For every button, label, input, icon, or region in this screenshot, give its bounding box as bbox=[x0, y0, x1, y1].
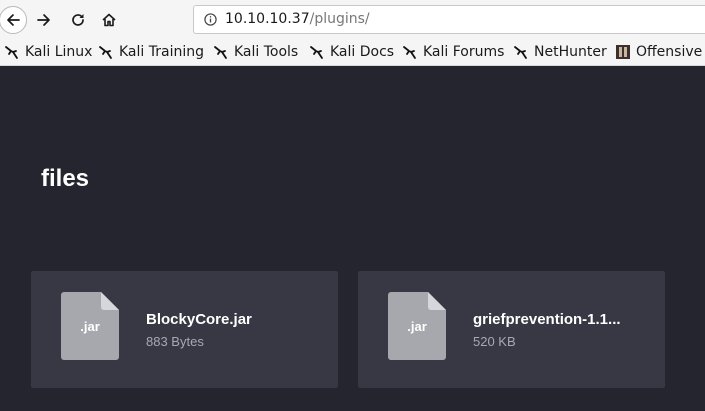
bookmark-kali-docs[interactable]: Kali Docs bbox=[309, 43, 394, 61]
file-name[interactable]: BlockyCore.jar bbox=[146, 311, 306, 328]
kali-dragon-icon bbox=[99, 46, 112, 59]
bookmarks-toolbar: Kali Linux Kali Training Kali Tools Kali… bbox=[0, 40, 705, 66]
kali-dragon-icon bbox=[310, 46, 323, 59]
navigation-toolbar: 10.10.10.37/plugins/ bbox=[0, 0, 705, 40]
file-extension: .jar bbox=[80, 319, 100, 334]
bookmark-kali-tools[interactable]: Kali Tools bbox=[213, 43, 298, 61]
reload-icon bbox=[72, 14, 84, 26]
bookmark-kali-training[interactable]: Kali Training bbox=[98, 43, 204, 61]
back-icon bbox=[7, 14, 20, 26]
info-icon[interactable] bbox=[204, 13, 217, 26]
kali-dragon-icon bbox=[214, 46, 227, 59]
file-card-blockycore[interactable]: .jar BlockyCore.jar 883 Bytes bbox=[31, 271, 338, 388]
bookmark-label: Kali Forums bbox=[423, 44, 505, 60]
bookmark-label: Offensive Security bbox=[636, 44, 705, 60]
bookmark-label: Kali Docs bbox=[330, 44, 395, 60]
back-button[interactable] bbox=[0, 6, 27, 34]
bookmark-label: NetHunter bbox=[534, 44, 607, 60]
bookmark-label: Kali Tools bbox=[234, 44, 299, 60]
bookmark-label: Kali Linux bbox=[25, 44, 93, 60]
file-size: 520 KB bbox=[473, 334, 516, 349]
url-text[interactable]: 10.10.10.37/plugins/ bbox=[225, 11, 370, 27]
file-size: 883 Bytes bbox=[146, 334, 204, 349]
bookmark-nethunter[interactable]: NetHunter bbox=[513, 43, 607, 61]
file-card-griefprevention[interactable]: .jar griefprevention-1.1... 520 KB bbox=[358, 271, 665, 388]
reload-button[interactable] bbox=[66, 8, 90, 32]
page-heading: files bbox=[41, 165, 90, 192]
forward-icon bbox=[37, 14, 50, 26]
bookmark-kali-linux[interactable]: Kali Linux bbox=[4, 43, 92, 61]
home-icon bbox=[102, 13, 116, 27]
home-button[interactable] bbox=[97, 8, 121, 32]
browser-chrome: 10.10.10.37/plugins/ Kali Linux Kali Tra… bbox=[0, 0, 705, 66]
offsec-icon bbox=[616, 45, 630, 59]
forward-button[interactable] bbox=[32, 8, 56, 32]
url-host: 10.10.10.37 bbox=[225, 11, 310, 27]
url-bar[interactable]: 10.10.10.37/plugins/ bbox=[193, 5, 705, 34]
file-extension: .jar bbox=[407, 319, 427, 334]
kali-dragon-icon bbox=[514, 46, 527, 59]
bookmark-offensive-security[interactable]: Offensive Security bbox=[615, 43, 705, 61]
file-name[interactable]: griefprevention-1.1... bbox=[473, 311, 633, 328]
kali-dragon-icon bbox=[403, 46, 416, 59]
bookmark-label: Kali Training bbox=[119, 44, 204, 60]
bookmark-kali-forums[interactable]: Kali Forums bbox=[402, 43, 504, 61]
page-content: files .jar BlockyCore.jar 883 Bytes .jar… bbox=[0, 66, 705, 411]
url-path: /plugins/ bbox=[309, 11, 370, 27]
kali-dragon-icon bbox=[5, 46, 18, 59]
